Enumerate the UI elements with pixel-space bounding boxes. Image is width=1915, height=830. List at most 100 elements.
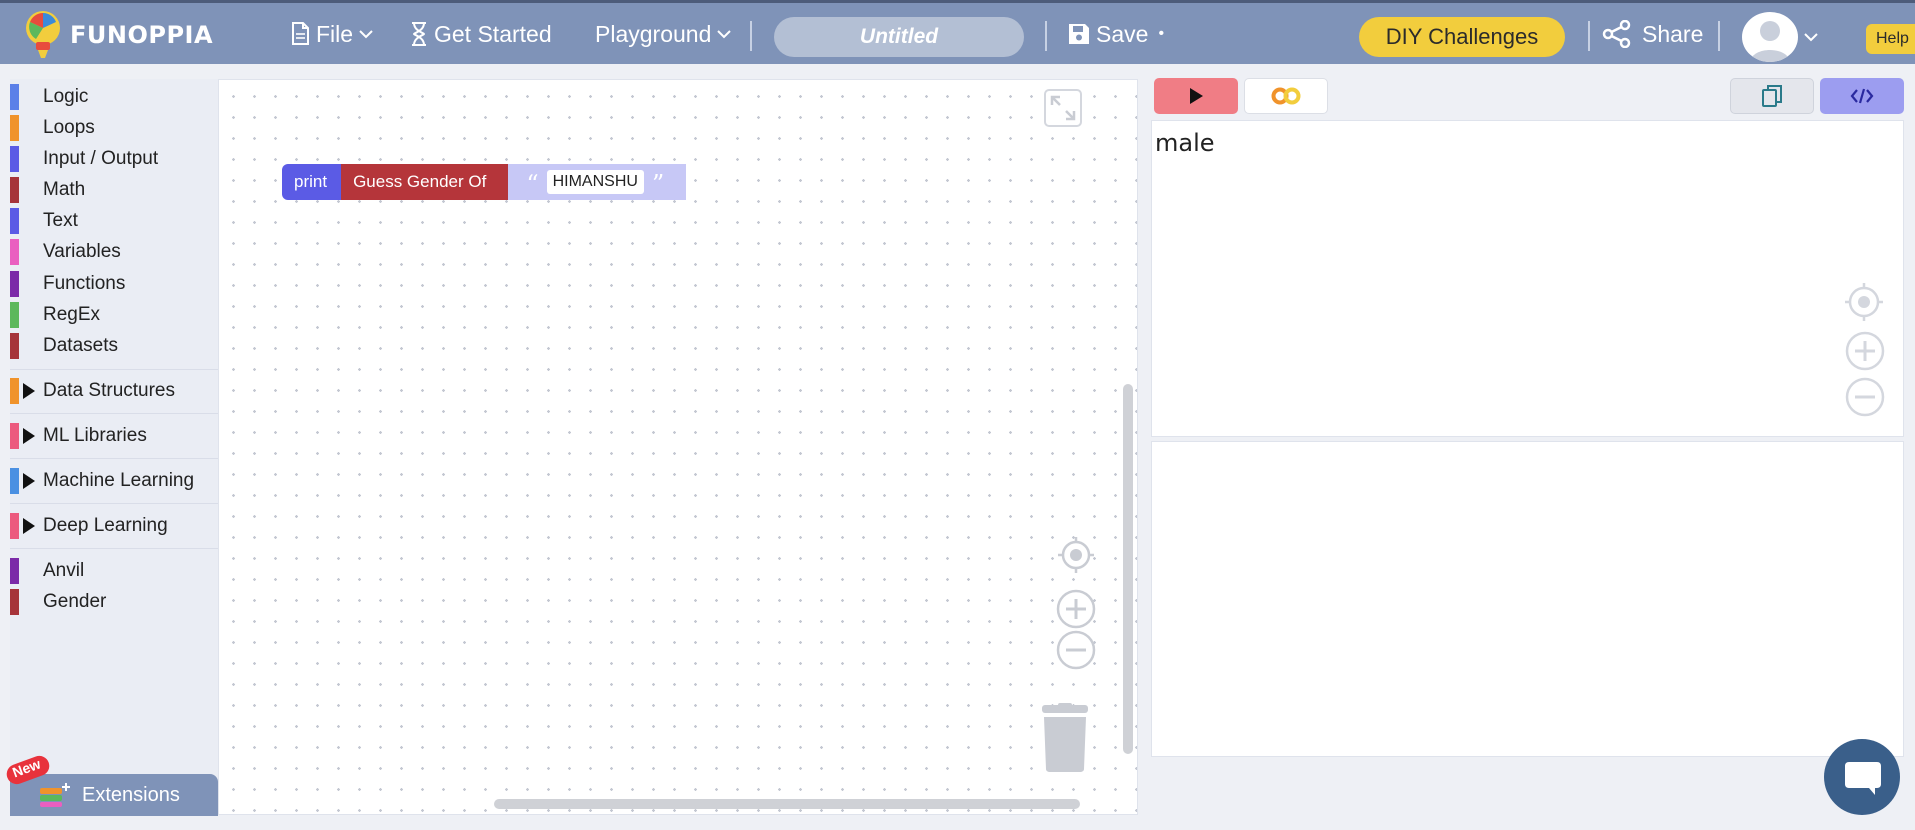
floppy-disk-icon: [1069, 24, 1089, 44]
category-label: Gender: [43, 591, 107, 612]
zoom-in-icon[interactable]: [1056, 589, 1096, 629]
category-regex[interactable]: RegEx: [10, 302, 100, 328]
lightbulb-logo-icon: [22, 8, 64, 62]
extensions-label: Extensions: [82, 783, 180, 806]
category-variables[interactable]: Variables: [10, 239, 121, 265]
playground-label: Playground: [595, 20, 712, 47]
category-color-bar: [10, 84, 19, 110]
close-quote-icon: ”: [651, 170, 665, 198]
playground-menu[interactable]: Playground: [595, 17, 737, 51]
divider: [1588, 21, 1590, 51]
top-navbar: FUNOPPIA File Get Started Playground Unt…: [0, 0, 1915, 64]
category-color-bar: [10, 468, 19, 494]
category-divider: [10, 458, 218, 459]
category-anvil[interactable]: Anvil: [10, 558, 84, 584]
divider: [1718, 21, 1720, 51]
horizontal-scrollbar[interactable]: [494, 799, 1080, 809]
block-category-sidebar: Logic Loops Input / Output Math Text Var…: [10, 79, 218, 815]
document-icon: [292, 22, 309, 45]
run-button[interactable]: [1154, 78, 1238, 114]
category-color-bar: [10, 423, 19, 449]
category-color-bar: [10, 115, 19, 141]
diy-challenges-button[interactable]: DIY Challenges: [1359, 17, 1565, 57]
share-button[interactable]: Share: [1602, 17, 1703, 51]
copy-icon: [1762, 85, 1782, 107]
unsaved-indicator: •: [1158, 25, 1165, 42]
category-label: RegEx: [43, 304, 101, 325]
code-icon: [1850, 88, 1874, 104]
category-color-bar: [10, 589, 19, 615]
code-block-stack[interactable]: print Guess Gender Of “ HIMANSHU ”: [282, 164, 687, 200]
category-functions[interactable]: Functions: [10, 271, 125, 297]
category-label: ML Libraries: [43, 425, 147, 446]
trash-icon[interactable]: [1038, 703, 1092, 773]
category-machine-learning[interactable]: Machine Learning: [10, 468, 194, 494]
category-gender[interactable]: Gender: [10, 589, 106, 615]
category-color-bar: [10, 333, 19, 359]
category-label: Loops: [43, 117, 95, 138]
get-started-label: Get Started: [434, 20, 552, 47]
category-loops[interactable]: Loops: [10, 115, 95, 141]
colab-button[interactable]: [1244, 78, 1328, 114]
print-block-label: print: [294, 172, 328, 191]
app-logo[interactable]: FUNOPPIA: [22, 5, 213, 65]
app-name: FUNOPPIA: [70, 21, 214, 49]
category-color-bar: [10, 271, 19, 297]
recenter-icon[interactable]: [1057, 536, 1095, 574]
chat-support-button[interactable]: [1824, 739, 1900, 815]
category-color-bar: [10, 146, 19, 172]
expand-arrow-icon: [23, 428, 35, 444]
hourglass-icon: [412, 22, 426, 46]
category-text[interactable]: Text: [10, 208, 78, 234]
divider: [750, 21, 752, 51]
zoom-out-icon[interactable]: [1056, 630, 1096, 670]
file-menu[interactable]: File: [290, 17, 379, 51]
category-datasets[interactable]: Datasets: [10, 333, 118, 359]
fullscreen-icon[interactable]: [1044, 89, 1082, 127]
category-divider: [10, 413, 218, 414]
category-math[interactable]: Math: [10, 177, 85, 203]
share-label: Share: [1642, 20, 1704, 47]
save-label: Save: [1096, 20, 1149, 47]
category-label: Functions: [43, 273, 126, 294]
expand-arrow-icon: [23, 518, 35, 534]
play-icon: [1190, 88, 1203, 104]
guess-gender-block[interactable]: Guess Gender Of: [341, 164, 509, 200]
expand-arrow-icon: [23, 473, 35, 489]
chevron-down-icon: [359, 30, 373, 39]
text-string-block[interactable]: “ HIMANSHU ”: [508, 164, 687, 200]
get-started-link[interactable]: Get Started: [410, 17, 552, 51]
help-button[interactable]: Help: [1866, 24, 1915, 54]
category-label: Input / Output: [43, 148, 159, 169]
zoom-in-icon[interactable]: [1845, 331, 1885, 371]
category-label: Datasets: [43, 335, 118, 356]
category-data-structures[interactable]: Data Structures: [10, 378, 175, 404]
console-panel: [1151, 441, 1904, 757]
guess-gender-block-label: Guess Gender Of: [353, 172, 487, 191]
chevron-down-icon[interactable]: [1804, 32, 1818, 42]
colab-icon: [1271, 87, 1301, 105]
category-label: Logic: [43, 86, 89, 107]
category-ml-libraries[interactable]: ML Libraries: [10, 423, 147, 449]
string-value-field[interactable]: HIMANSHU: [546, 170, 644, 194]
category-input-output[interactable]: Input / Output: [10, 146, 158, 172]
recenter-icon[interactable]: [1844, 282, 1884, 322]
category-color-bar: [10, 513, 19, 539]
user-icon: [1750, 21, 1790, 62]
user-avatar[interactable]: [1742, 12, 1798, 62]
category-color-bar: [10, 177, 19, 203]
copy-code-button[interactable]: [1730, 78, 1814, 114]
category-label: Deep Learning: [43, 515, 168, 536]
expand-arrow-icon: [23, 383, 35, 399]
zoom-out-icon[interactable]: [1845, 377, 1885, 417]
category-divider: [10, 548, 218, 549]
vertical-scrollbar[interactable]: [1123, 384, 1133, 754]
new-badge: New: [2, 752, 54, 788]
view-code-button[interactable]: [1820, 78, 1904, 114]
project-title-input[interactable]: Untitled: [774, 17, 1024, 57]
category-deep-learning[interactable]: Deep Learning: [10, 513, 168, 539]
category-label: Variables: [43, 241, 121, 262]
category-logic[interactable]: Logic: [10, 84, 88, 110]
save-button[interactable]: Save •: [1068, 17, 1164, 51]
print-block[interactable]: print: [282, 164, 342, 200]
